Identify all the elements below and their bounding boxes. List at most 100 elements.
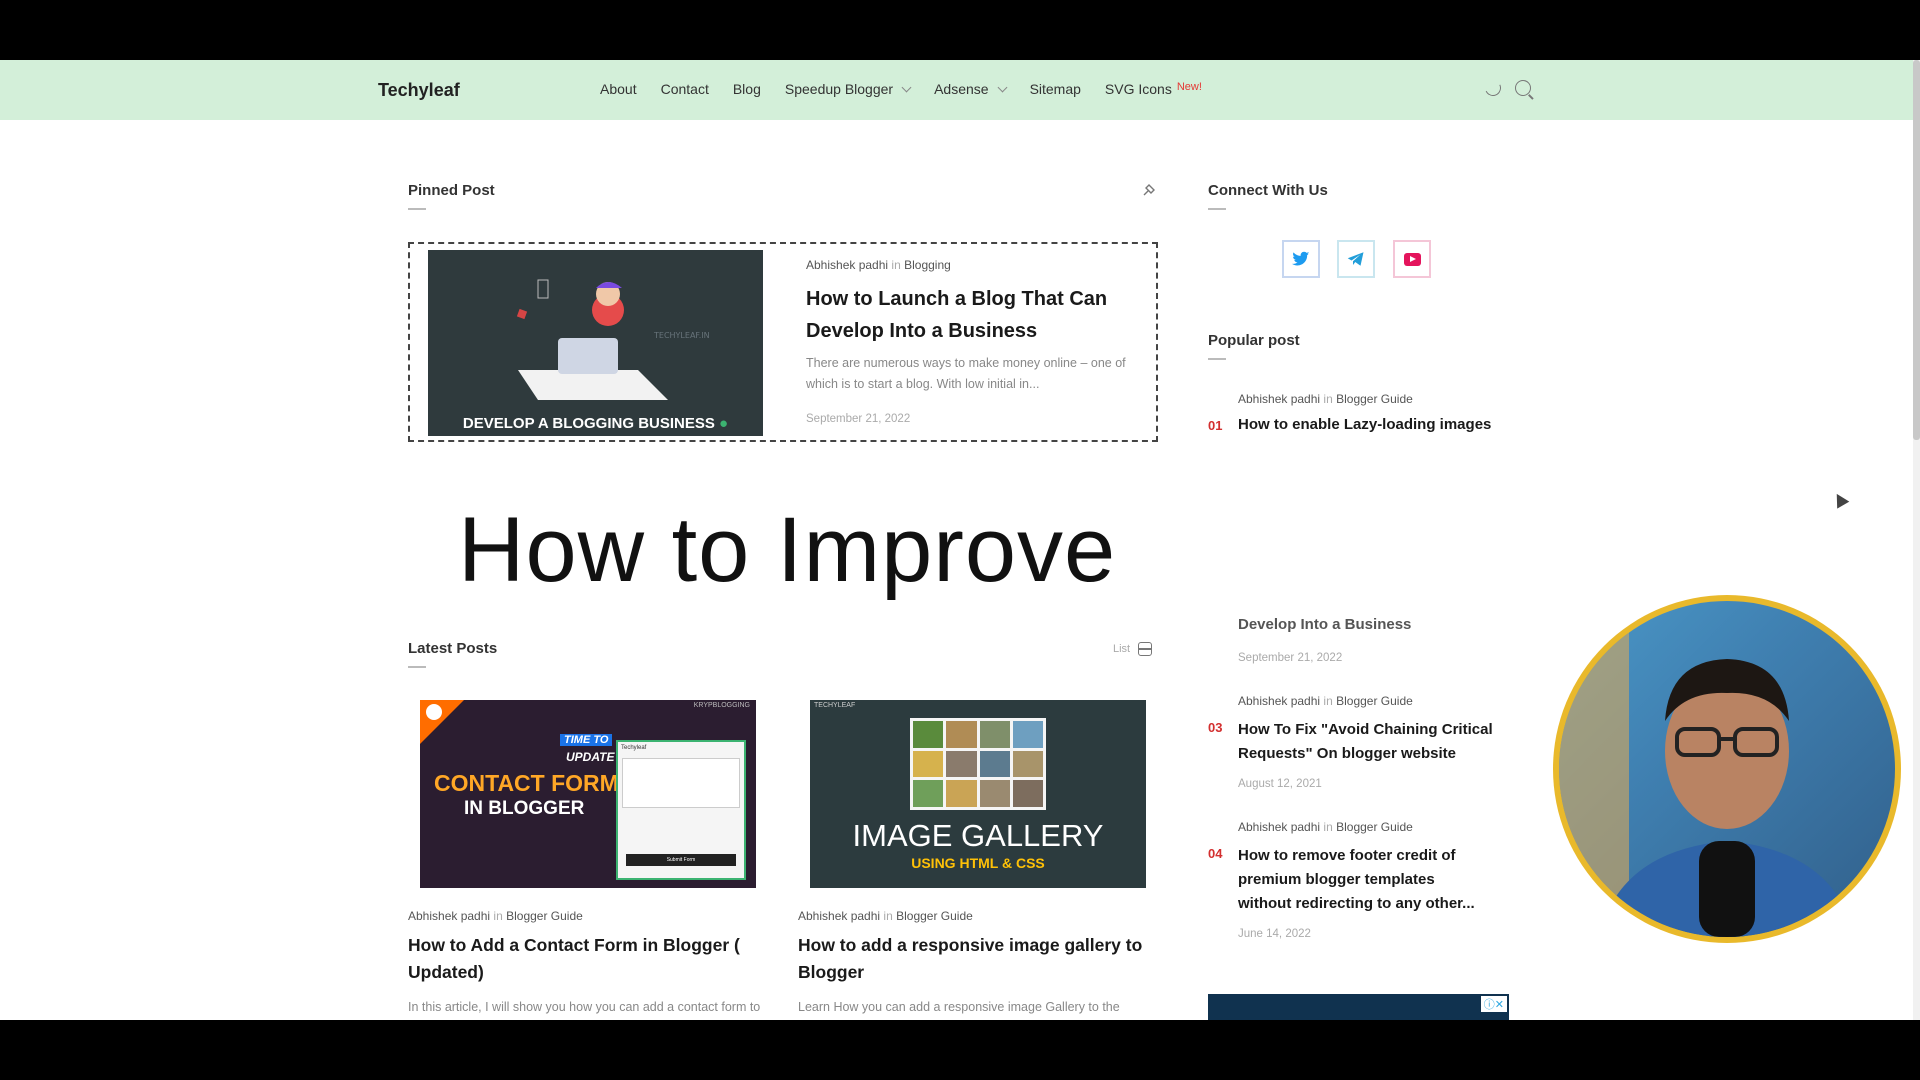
in-word: in: [1323, 694, 1333, 708]
nav-about[interactable]: About: [600, 81, 637, 97]
popular-post-title[interactable]: How to enable Lazy-loading images: [1238, 416, 1491, 433]
gallery-tile: [979, 721, 1010, 748]
category-link[interactable]: Blogging: [904, 258, 951, 272]
blogger-illustration: TECHYLEAF.IN: [516, 279, 710, 400]
author-link[interactable]: Abhishek padhi: [798, 909, 880, 923]
category-link[interactable]: Blogger Guide: [1336, 694, 1413, 708]
connect-section-title: Connect With Us: [1208, 182, 1328, 210]
thumbnail-heading: CONTACT FORM: [434, 770, 619, 796]
popular-post-number: 03: [1208, 720, 1223, 735]
nav-label: SVG Icons: [1104, 81, 1172, 97]
telegram-icon: [1347, 252, 1364, 266]
site-logo[interactable]: Techyleaf: [378, 80, 460, 101]
nav-sitemap[interactable]: Sitemap: [1030, 81, 1081, 97]
popular-post-number: 01: [1208, 418, 1223, 433]
chevron-down-icon: [901, 82, 912, 92]
popular-post-date: June 14, 2022: [1238, 928, 1311, 940]
overlay-heading: How to Improve: [458, 499, 1117, 601]
telegram-button[interactable]: [1337, 240, 1375, 278]
popular-post-date: August 12, 2021: [1238, 778, 1322, 790]
post-thumbnail[interactable]: TECHYLEAF IMAGE GALLERY USING HTML & CSS: [810, 700, 1146, 888]
title-line: without redirecting to any other...: [1238, 895, 1475, 912]
search-icon[interactable]: [1515, 80, 1531, 96]
author-link[interactable]: Abhishek padhi: [1238, 694, 1320, 708]
twitter-button[interactable]: [1282, 240, 1320, 278]
popular-post-meta: Abhishek padhi in Blogger Guide: [1238, 820, 1413, 834]
nav-label: Adsense: [934, 81, 989, 97]
title-line: Blogger: [798, 962, 865, 982]
nav-svg-icons[interactable]: SVG Icons New!: [1105, 81, 1202, 97]
gallery-tile: [979, 750, 1010, 778]
site-header: Techyleaf About Contact Blog Speedup Blo…: [0, 60, 1913, 120]
in-word: in: [891, 258, 901, 272]
nav-label: Speedup Blogger: [784, 81, 894, 97]
author-link[interactable]: Abhishek padhi: [806, 258, 888, 272]
category-link[interactable]: Blogger Guide: [1336, 392, 1413, 406]
nav-label: Blog: [732, 81, 761, 97]
in-word: in: [1323, 820, 1333, 834]
presenter-webcam: [1553, 595, 1901, 943]
youtube-button[interactable]: [1393, 240, 1431, 278]
nav-contact[interactable]: Contact: [661, 81, 709, 97]
title-line: premium blogger templates: [1238, 871, 1435, 888]
category-link[interactable]: Blogger Guide: [1336, 820, 1413, 834]
caption-text: DEVELOP A BLOGGING BUSINESS: [462, 415, 715, 432]
popular-post-title[interactable]: How to remove footer credit of premium b…: [1238, 844, 1475, 916]
form-mockup-textarea: [622, 758, 740, 808]
gallery-tile: [913, 750, 944, 778]
chevron-down-icon: [997, 82, 1008, 92]
video-letterbox-top: [0, 0, 1920, 60]
in-word: in: [493, 909, 503, 923]
post-meta: Abhishek padhi in Blogger Guide: [408, 909, 583, 923]
new-badge: New!: [1176, 81, 1202, 93]
title-line: Requests" On blogger website: [1238, 745, 1456, 762]
popular-post-title[interactable]: Develop Into a Business: [1238, 616, 1411, 633]
nav-blog[interactable]: Blog: [733, 81, 761, 97]
author-link[interactable]: Abhishek padhi: [1238, 820, 1320, 834]
pin-icon: [1143, 184, 1155, 196]
popular-post-date: September 21, 2022: [1238, 652, 1343, 664]
popular-section-title: Popular post: [1208, 332, 1300, 360]
gallery-tile: [946, 750, 977, 778]
twitter-icon: [1292, 251, 1310, 266]
title-line: How to remove footer credit of: [1238, 847, 1456, 864]
post-title[interactable]: How to add a responsive image gallery to…: [798, 932, 1142, 986]
latest-section-title: Latest Posts: [408, 640, 498, 668]
pinned-section-title: Pinned Post: [408, 182, 495, 210]
youtube-icon: [1403, 252, 1421, 266]
pinned-post-meta: Abhishek padhi in Blogging: [806, 258, 951, 272]
nav-adsense[interactable]: Adsense: [934, 81, 1008, 97]
pinned-post-excerpt: There are numerous ways to make money on…: [806, 353, 1126, 395]
pinned-post-title[interactable]: How to Launch a Blog That Can Develop In…: [806, 283, 1107, 347]
gallery-grid: [910, 718, 1046, 810]
ad-close-icon[interactable]: ⓘ✕: [1480, 996, 1507, 1012]
layout-toggle[interactable]: List: [1113, 642, 1153, 656]
scrollbar-thumb[interactable]: [1913, 60, 1920, 440]
nav-label: Contact: [660, 81, 709, 97]
category-link[interactable]: Blogger Guide: [506, 909, 583, 923]
gallery-tile: [913, 780, 944, 807]
title-line: How to Launch a Blog That Can: [806, 288, 1108, 310]
moon-icon[interactable]: [1482, 77, 1504, 99]
form-mockup-title: Techyleaf: [621, 745, 647, 751]
thumbnail-brand: TECHYLEAF: [814, 702, 856, 709]
title-line: Updated): [408, 962, 484, 982]
author-link[interactable]: Abhishek padhi: [408, 909, 490, 923]
in-word: in: [883, 909, 893, 923]
author-link[interactable]: Abhishek padhi: [1238, 392, 1320, 406]
nav-speedup-blogger[interactable]: Speedup Blogger: [784, 81, 912, 97]
nav-label: Sitemap: [1029, 81, 1081, 97]
category-link[interactable]: Blogger Guide: [896, 909, 973, 923]
post-title[interactable]: How to Add a Contact Form in Blogger ( U…: [408, 932, 740, 986]
ad-banner[interactable]: ⓘ✕: [1208, 994, 1509, 1020]
pinned-post-date: September 21, 2022: [806, 413, 911, 425]
popular-post-title[interactable]: How To Fix "Avoid Chaining Critical Requ…: [1238, 718, 1493, 766]
excerpt-line: which is to start a blog. With low initi…: [806, 377, 1040, 391]
pinned-post-thumbnail[interactable]: TECHYLEAF.IN DEVELOP A BLOGGING BUSINESS…: [428, 250, 763, 436]
blogger-icon: [426, 704, 442, 720]
post-thumbnail[interactable]: KRYPBLOGGING TIME TO UPDATE CONTACT FORM…: [420, 700, 756, 888]
page-scrollbar[interactable]: [1913, 60, 1920, 1020]
thumbnail-subheading: IN BLOGGER: [464, 798, 585, 819]
form-mockup-submit: Submit Form: [626, 854, 736, 866]
video-letterbox-bottom: [0, 1020, 1920, 1080]
